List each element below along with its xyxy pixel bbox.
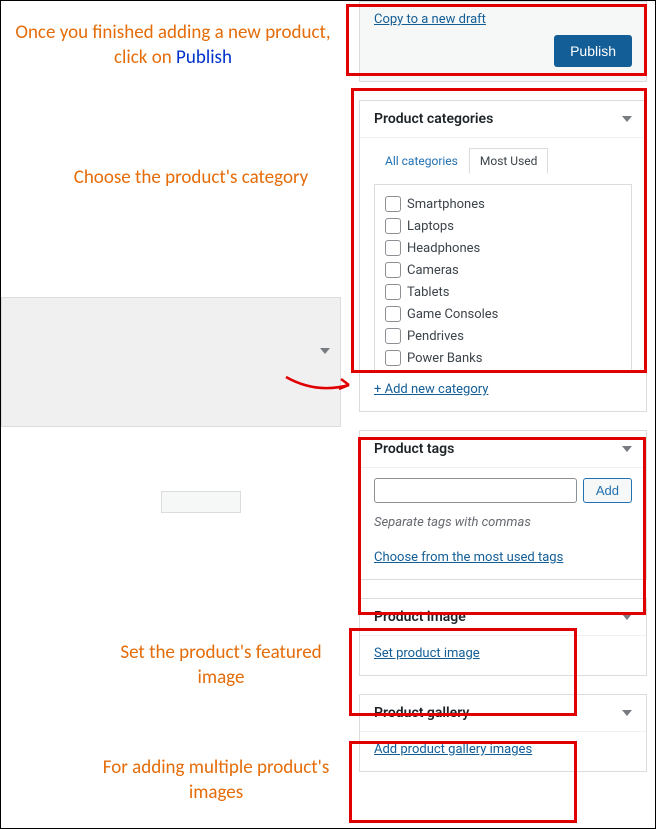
category-item[interactable]: Game Consoles	[385, 303, 621, 325]
category-checkbox[interactable]	[385, 262, 401, 278]
tag-input[interactable]	[374, 478, 577, 503]
tags-metabox: Product tags Add Separate tags with comm…	[359, 430, 647, 580]
category-item[interactable]: Cameras	[385, 259, 621, 281]
add-tag-button[interactable]: Add	[583, 478, 632, 503]
product-gallery-title: Product gallery	[374, 705, 469, 721]
category-tabs: All categories Most Used	[374, 148, 632, 174]
choose-tags-link[interactable]: Choose from the most used tags	[374, 550, 563, 565]
category-checkbox[interactable]	[385, 306, 401, 322]
copy-draft-link[interactable]: Copy to a new draft	[374, 12, 632, 27]
left-panel-stub-1	[1, 297, 341, 427]
product-image-header[interactable]: Product image	[360, 599, 646, 636]
tab-most-used[interactable]: Most Used	[469, 148, 549, 174]
caret-icon	[320, 348, 330, 354]
category-item[interactable]: Power Banks	[385, 347, 621, 369]
category-item[interactable]: Laptops	[385, 215, 621, 237]
annotation-publish: Once you finished adding a new product, …	[9, 21, 337, 70]
set-product-image-link[interactable]: Set product image	[374, 646, 480, 661]
category-checkbox[interactable]	[385, 196, 401, 212]
tags-title: Product tags	[374, 441, 454, 457]
publish-metabox: Copy to a new draft Publish	[359, 1, 647, 82]
tag-hint: Separate tags with commas	[374, 515, 632, 530]
caret-icon	[622, 116, 632, 122]
tags-header[interactable]: Product tags	[360, 431, 646, 468]
product-gallery-header[interactable]: Product gallery	[360, 695, 646, 732]
product-image-title: Product image	[374, 609, 466, 625]
category-list[interactable]: Smartphones Laptops Headphones Cameras T…	[374, 184, 632, 372]
category-checkbox[interactable]	[385, 350, 401, 366]
category-item[interactable]: Smartphones	[385, 193, 621, 215]
annotation-category: Choose the product's category	[61, 166, 321, 191]
category-item[interactable]: Tablets	[385, 281, 621, 303]
product-gallery-metabox: Product gallery Add product gallery imag…	[359, 694, 647, 772]
annotation-gallery: For adding multiple product's images	[91, 756, 341, 805]
left-panel-stub-2	[1, 491, 341, 551]
category-item[interactable]: Headphones	[385, 237, 621, 259]
add-new-category-link[interactable]: + Add new category	[374, 382, 488, 397]
category-checkbox[interactable]	[385, 328, 401, 344]
product-image-metabox: Product image Set product image	[359, 598, 647, 676]
caret-icon	[622, 710, 632, 716]
caret-icon	[622, 446, 632, 452]
caret-icon	[622, 614, 632, 620]
category-item[interactable]: Pendrives	[385, 325, 621, 347]
tab-all-categories[interactable]: All categories	[374, 148, 469, 174]
category-checkbox[interactable]	[385, 218, 401, 234]
categories-metabox: Product categories All categories Most U…	[359, 100, 647, 412]
editor-sidebar: Copy to a new draft Publish Product cate…	[359, 1, 647, 790]
add-gallery-images-link[interactable]: Add product gallery images	[374, 742, 532, 757]
publish-button[interactable]: Publish	[554, 35, 632, 67]
categories-title: Product categories	[374, 111, 493, 127]
category-checkbox[interactable]	[385, 284, 401, 300]
category-checkbox[interactable]	[385, 240, 401, 256]
annotation-featured: Set the product's featured image	[106, 641, 336, 690]
categories-header[interactable]: Product categories	[360, 101, 646, 138]
